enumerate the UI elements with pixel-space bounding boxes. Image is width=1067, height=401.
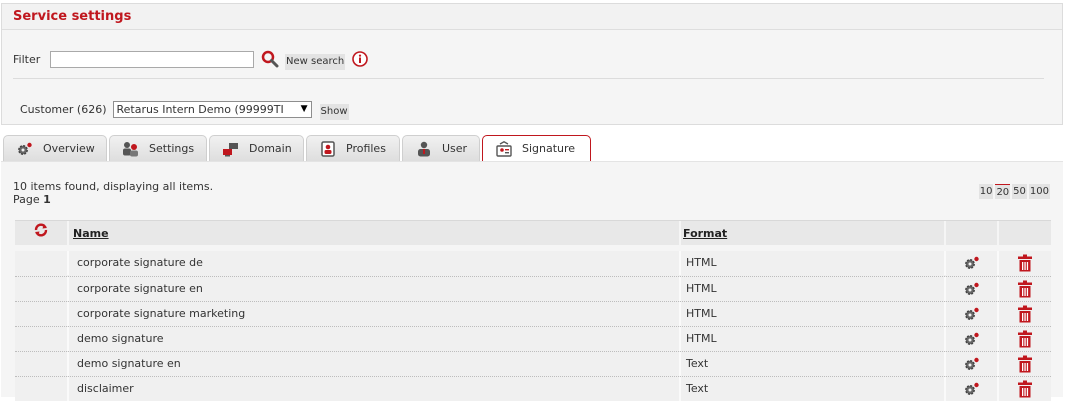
tab-user[interactable]: User — [402, 135, 480, 161]
table-row[interactable]: disclaimer Text — [15, 376, 1051, 401]
delete-icon[interactable] — [999, 277, 1051, 301]
filter-row: Filter New search — [13, 48, 369, 70]
tab-bar: Overview Settings Domain Profiles User S… — [3, 135, 593, 161]
page-number: 1 — [43, 193, 51, 206]
page-info: Page 1 — [13, 193, 213, 206]
signature-name[interactable]: corporate signature marketing — [69, 302, 681, 326]
row-spacer-cell — [15, 251, 69, 275]
edit-settings-icon[interactable] — [946, 377, 999, 401]
row-spacer-cell — [15, 352, 69, 376]
page-size-100[interactable]: 100 — [1028, 184, 1050, 199]
tab-profiles-label: Profiles — [346, 142, 386, 155]
table-header: Name Format — [15, 220, 1051, 246]
signature-name[interactable]: demo signature en — [69, 352, 681, 376]
table-row[interactable]: demo signature en Text — [15, 351, 1051, 376]
table-body: corporate signature de HTML corporate sign… — [15, 251, 1051, 401]
refresh-icon[interactable] — [33, 222, 49, 247]
filter-input[interactable] — [50, 50, 254, 68]
tab-user-label: User — [442, 142, 468, 155]
tab-signature-label: Signature — [522, 142, 576, 155]
signature-icon — [495, 140, 513, 157]
name-column-header: Name — [69, 221, 681, 246]
delete-icon[interactable] — [999, 251, 1051, 275]
tab-signature[interactable]: Signature — [482, 135, 591, 161]
signature-name[interactable]: disclaimer — [69, 377, 681, 401]
signature-format: Text — [681, 377, 946, 401]
edit-settings-icon[interactable] — [946, 302, 999, 326]
signature-format: HTML — [681, 251, 946, 275]
edit-column-header — [946, 221, 999, 246]
row-spacer-cell — [15, 327, 69, 351]
delete-icon[interactable] — [999, 352, 1051, 376]
tab-overview-label: Overview — [43, 142, 95, 155]
table-row[interactable]: corporate signature marketing HTML — [15, 301, 1051, 326]
page-label: Page — [13, 193, 40, 206]
signature-list-panel: 10 items found, displaying all items. Pa… — [1, 161, 1063, 401]
edit-settings-icon[interactable] — [946, 251, 999, 275]
tab-settings[interactable]: Settings — [109, 135, 207, 161]
edit-settings-icon[interactable] — [946, 352, 999, 376]
edit-settings-icon[interactable] — [946, 277, 999, 301]
customer-label: Customer (626) — [20, 102, 107, 116]
gear-icon — [16, 141, 34, 157]
divider — [13, 78, 1044, 79]
delete-column-header — [999, 221, 1051, 246]
table-row[interactable]: demo signature HTML — [15, 326, 1051, 351]
sort-by-name-link[interactable]: Name — [73, 227, 109, 240]
row-spacer-cell — [15, 302, 69, 326]
page-title: Service settings — [2, 4, 1062, 30]
tab-profiles[interactable]: Profiles — [306, 135, 400, 161]
new-search-button[interactable]: New search — [285, 54, 346, 70]
page-size-50[interactable]: 50 — [1012, 184, 1027, 199]
profile-card-icon — [319, 140, 337, 157]
network-icon — [222, 141, 240, 157]
signature-name[interactable]: demo signature — [69, 327, 681, 351]
signature-format: HTML — [681, 277, 946, 301]
info-icon[interactable] — [352, 51, 369, 67]
row-spacer-cell — [15, 277, 69, 301]
page-size-10[interactable]: 10 — [978, 184, 994, 199]
edit-settings-icon[interactable] — [946, 327, 999, 351]
items-info-text: 10 items found, displaying all items. — [13, 180, 214, 193]
show-button[interactable]: Show — [319, 104, 349, 120]
customer-select-value: Retarus Intern Demo (99999TI — [116, 102, 284, 116]
tab-overview[interactable]: Overview — [3, 135, 107, 161]
refresh-column-header — [15, 221, 69, 246]
signature-name[interactable]: corporate signature en — [69, 277, 681, 301]
tab-domain[interactable]: Domain — [209, 135, 304, 161]
signature-format: HTML — [681, 327, 946, 351]
sort-by-format-link[interactable]: Format — [683, 227, 727, 240]
delete-icon[interactable] — [999, 302, 1051, 326]
dropdown-arrow-icon: ▼ — [300, 103, 308, 114]
signature-name[interactable]: corporate signature de — [69, 251, 681, 275]
format-column-header: Format — [681, 221, 946, 246]
delete-icon[interactable] — [999, 377, 1051, 401]
delete-icon[interactable] — [999, 327, 1051, 351]
user-icon — [415, 141, 433, 157]
results-info: 10 items found, displaying all items. Pa… — [13, 180, 213, 206]
search-icon[interactable] — [261, 50, 279, 68]
page-size-20[interactable]: 20 — [995, 184, 1011, 199]
table-row[interactable]: corporate signature en HTML — [15, 276, 1051, 301]
service-settings-panel: Service settings Filter New search Custo… — [1, 3, 1063, 125]
filter-label: Filter — [13, 52, 41, 66]
customer-row: Customer (626) Retarus Intern Demo (9999… — [20, 98, 349, 120]
tab-domain-label: Domain — [249, 142, 292, 155]
signature-table: Name Format corporate signature de HTML co… — [15, 220, 1051, 401]
signature-format: HTML — [681, 302, 946, 326]
page-size-selector: 10 20 50 100 — [977, 184, 1050, 199]
customer-select[interactable]: Retarus Intern Demo (99999TI ▼ — [112, 100, 312, 118]
row-spacer-cell — [15, 377, 69, 401]
tab-settings-label: Settings — [149, 142, 195, 155]
users-icon — [122, 141, 140, 157]
table-row[interactable]: corporate signature de HTML — [15, 251, 1051, 276]
signature-format: Text — [681, 352, 946, 376]
